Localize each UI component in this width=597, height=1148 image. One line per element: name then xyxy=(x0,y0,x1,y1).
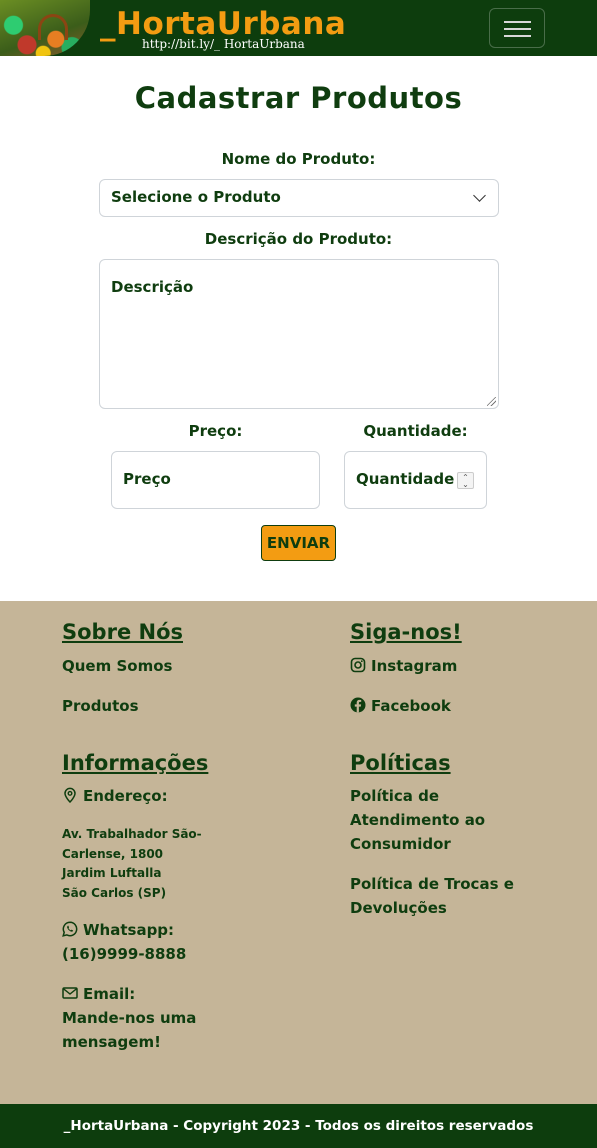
whatsapp-icon xyxy=(62,921,78,937)
copyright-bar: _HortaUrbana - Copyright 2023 - Todos os… xyxy=(0,1104,597,1148)
page-title: Cadastrar Produtos xyxy=(134,81,463,115)
product-select-value: Selecione o Produto xyxy=(111,188,281,206)
policy-service-link[interactable]: Política de Atendimento ao Consumidor xyxy=(350,784,485,856)
product-name-label: Nome do Produto: xyxy=(221,150,376,168)
instagram-link[interactable]: Instagram xyxy=(350,654,457,678)
info-heading[interactable]: Informações xyxy=(62,749,208,777)
facebook-icon xyxy=(350,697,366,713)
address-text: Av. Trabalhador São- Carlense, 1800 Jard… xyxy=(62,827,202,900)
description-textarea[interactable]: Descrição xyxy=(99,259,499,409)
resize-handle-icon[interactable] xyxy=(487,397,496,406)
about-link-produtos[interactable]: Produtos xyxy=(62,694,139,718)
policy-exchange-link[interactable]: Política de Trocas e Devoluções xyxy=(350,872,514,920)
description-label: Descrição do Produto: xyxy=(204,230,393,248)
hamburger-icon xyxy=(504,21,531,23)
envelope-icon xyxy=(62,987,78,999)
location-pin-icon xyxy=(64,787,76,804)
brand-url: http://bit.ly/_ HortaUrbana xyxy=(142,37,305,51)
quantity-placeholder: Quantidade xyxy=(356,470,455,488)
email-link[interactable]: Mande-nos uma mensagem! xyxy=(62,1006,196,1054)
address-label: Endereço: xyxy=(62,784,168,808)
facebook-label: Facebook xyxy=(371,697,451,715)
navbar: _HortaUrbana http://bit.ly/_ HortaUrbana xyxy=(0,0,597,56)
whatsapp-number[interactable]: (16)9999-8888 xyxy=(62,942,186,966)
description-placeholder: Descrição xyxy=(111,278,194,296)
email-label: Email: xyxy=(62,982,135,1006)
product-select[interactable]: Selecione o Produto xyxy=(99,179,499,217)
submit-button[interactable]: ENVIAR xyxy=(261,525,336,561)
menu-toggle-button[interactable] xyxy=(489,8,545,48)
quantity-label: Quantidade: xyxy=(363,422,468,440)
logo-image[interactable] xyxy=(0,0,90,56)
follow-heading[interactable]: Siga-nos! xyxy=(350,618,462,646)
instagram-icon xyxy=(350,657,366,673)
policies-heading[interactable]: Políticas xyxy=(350,749,451,777)
quantity-input[interactable]: Quantidade ⌃ ⌄ xyxy=(344,451,487,509)
price-input[interactable]: Preço xyxy=(111,451,320,509)
about-heading[interactable]: Sobre Nós xyxy=(62,618,183,646)
stepper-icon[interactable]: ⌃ ⌄ xyxy=(457,472,474,489)
whatsapp-label: Whatsapp: xyxy=(62,918,174,942)
chevron-down-icon xyxy=(473,189,486,202)
basket-icon xyxy=(38,14,68,40)
facebook-link[interactable]: Facebook xyxy=(350,694,451,718)
price-label: Preço: xyxy=(188,422,243,440)
price-placeholder: Preço xyxy=(123,470,171,488)
instagram-label: Instagram xyxy=(371,657,458,675)
about-link-quem-somos[interactable]: Quem Somos xyxy=(62,654,172,678)
